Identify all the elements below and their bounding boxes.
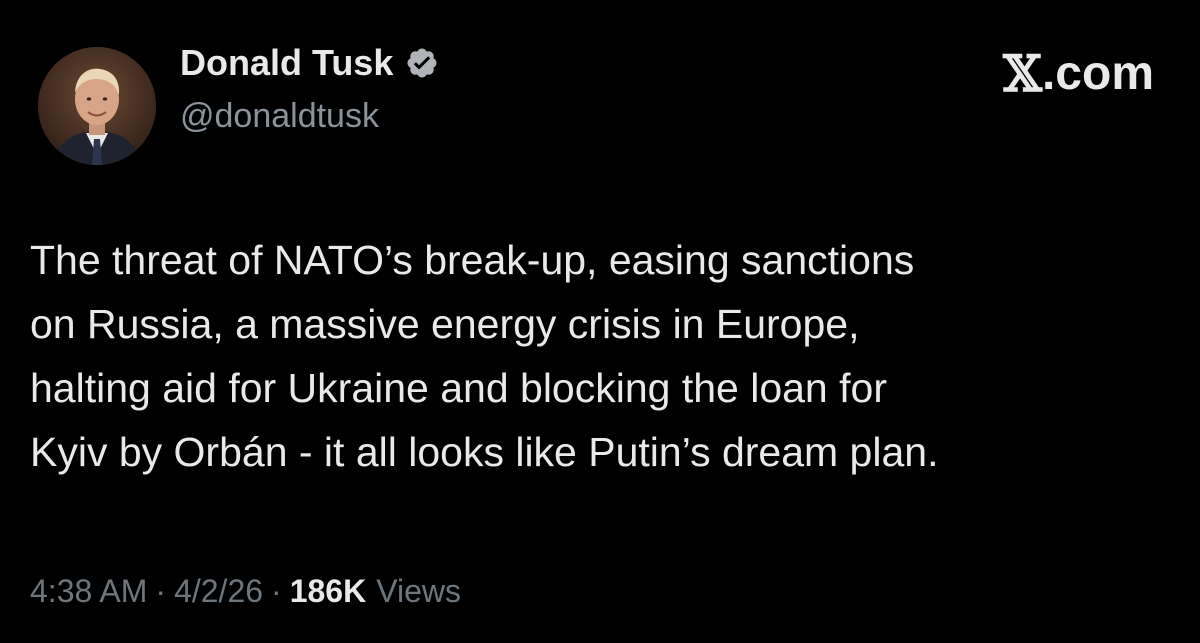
tweet-meta: 4:38 AM · 4/2/26 · 186K Views [30,573,461,610]
author-name-row: Donald Tusk [180,40,439,86]
x-logo-icon: 𝕏 [1003,44,1042,103]
views-count[interactable]: 186K [290,573,367,610]
author-display-name[interactable]: Donald Tusk [180,42,393,84]
x-com-brand: 𝕏 .com [1003,44,1154,103]
avatar[interactable] [38,47,156,165]
views-label: Views [376,573,461,609]
tweet-time[interactable]: 4:38 AM [30,573,147,610]
meta-separator: · [155,573,167,609]
tweet-text: The threat of NATO’s break-up, easing sa… [30,237,939,475]
author-handle[interactable]: @donaldtusk [180,97,379,136]
verified-badge-icon[interactable] [405,46,439,80]
meta-separator: · [271,573,282,609]
avatar-photo [38,47,156,165]
tweet-date[interactable]: 4/2/26 [174,573,263,610]
brand-suffix: .com [1041,47,1154,100]
